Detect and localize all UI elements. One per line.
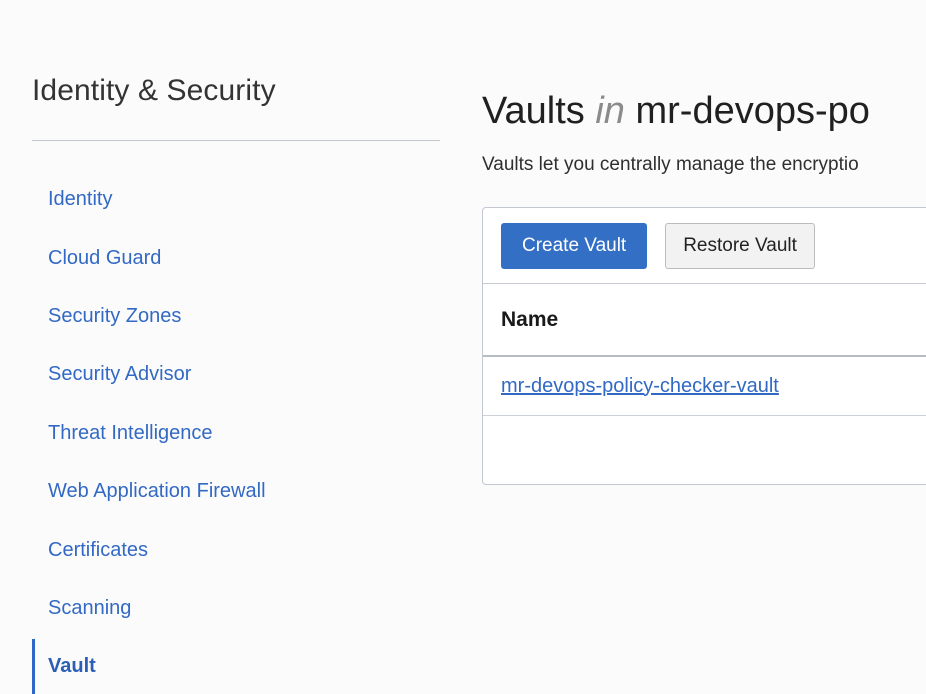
sidebar-item-threat-intelligence[interactable]: Threat Intelligence — [0, 404, 470, 462]
sidebar-nav: Identity Cloud Guard Security Zones Secu… — [0, 170, 470, 694]
page-title-prefix: Vaults — [482, 90, 596, 133]
create-vault-button[interactable]: Create Vault — [501, 222, 648, 269]
sidebar-item-security-advisor[interactable]: Security Advisor — [0, 345, 470, 403]
panel-footer — [483, 416, 926, 478]
active-indicator-bar — [32, 639, 35, 694]
page-title: Vaults in mr-devops-po — [482, 91, 870, 133]
panel-toolbar: Create Vault Restore Vault — [483, 208, 926, 284]
sidebar-item-label: Security Zones — [48, 304, 182, 327]
sidebar-item-identity[interactable]: Identity — [0, 170, 470, 228]
vaults-panel: Create Vault Restore Vault Name mr-devop… — [482, 207, 926, 485]
restore-vault-button[interactable]: Restore Vault — [665, 222, 815, 269]
sidebar-item-web-application-firewall[interactable]: Web Application Firewall — [0, 462, 470, 520]
sidebar-item-security-zones[interactable]: Security Zones — [0, 287, 470, 345]
table-header-row: Name — [483, 284, 926, 357]
page-title-scope: mr-devops-po — [635, 90, 870, 133]
column-header-name: Name — [501, 307, 559, 331]
sidebar-item-label: Identity — [48, 188, 113, 211]
table-row: mr-devops-policy-checker-vault — [483, 357, 926, 416]
sidebar-item-label: Web Application Firewall — [48, 480, 266, 503]
sidebar-item-label: Certificates — [48, 538, 149, 561]
sidebar-item-label: Cloud Guard — [48, 246, 162, 269]
page-subtitle: Vaults let you centrally manage the encr… — [482, 154, 859, 175]
sidebar: Identity & Security Identity Cloud Guard… — [0, 0, 470, 694]
sidebar-item-cloud-guard[interactable]: Cloud Guard — [0, 228, 470, 286]
sidebar-item-label: Scanning — [48, 596, 132, 619]
vault-name-link[interactable]: mr-devops-policy-checker-vault — [501, 375, 779, 398]
sidebar-title: Identity & Security — [32, 74, 276, 107]
sidebar-item-label: Threat Intelligence — [48, 421, 213, 444]
sidebar-item-certificates[interactable]: Certificates — [0, 520, 470, 578]
sidebar-item-scanning[interactable]: Scanning — [0, 579, 470, 637]
sidebar-divider — [32, 140, 440, 141]
sidebar-item-label: Vault — [48, 655, 96, 678]
sidebar-item-label: Security Advisor — [48, 363, 192, 386]
page-root: Identity & Security Identity Cloud Guard… — [0, 0, 926, 694]
sidebar-item-vault[interactable]: Vault — [0, 637, 470, 694]
main-content: Vaults in mr-devops-po Vaults let you ce… — [470, 0, 926, 694]
page-title-in-word: in — [595, 90, 636, 133]
